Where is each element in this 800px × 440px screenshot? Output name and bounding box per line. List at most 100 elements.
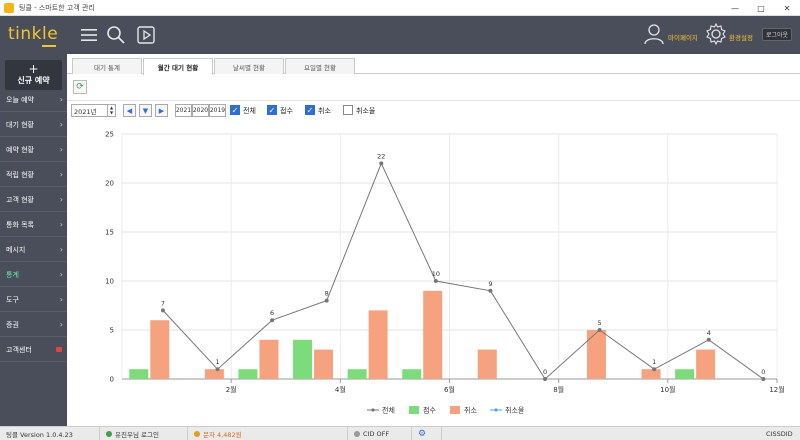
status-right-text: CISSDID	[766, 430, 793, 438]
cid-status[interactable]: CID OFF	[348, 427, 412, 440]
status-bar: 팅클 Version 1.0.4.23 유진우님 로그인 문자 4,482원 C…	[0, 426, 800, 440]
sidebar-item-statistics[interactable]: 통계 ›	[0, 263, 67, 287]
chevron-right-icon: ›	[59, 320, 63, 329]
prev-icon[interactable]: ◀	[123, 104, 136, 117]
logo: tinkle	[8, 24, 59, 44]
y-tick-label: 20	[105, 180, 114, 188]
sidebar-item-securities[interactable]: 증권 ›	[0, 313, 67, 337]
main-panel: 대기 통계 월간 대기 현황 날씨별 현황 요일별 현황 ⟳ 2021년 ▲ ▼ …	[67, 54, 800, 426]
sidebar-item-label: 증권	[6, 320, 19, 329]
sidebar-item-messages[interactable]: 메시지 ›	[0, 238, 67, 262]
series-point-total	[160, 308, 165, 313]
sidebar-item-waiting[interactable]: 대기 현황 ›	[0, 113, 67, 137]
checkbox-cancelled[interactable]: ✓	[305, 105, 315, 115]
tab-weather[interactable]: 날씨별 현황	[214, 58, 284, 74]
data-label: 1	[215, 358, 219, 366]
chevron-right-icon: ›	[59, 295, 63, 304]
legend-marker	[494, 408, 498, 412]
settings-link[interactable]: 환경설정	[729, 32, 753, 42]
tab-waiting-stats[interactable]: 대기 통계	[72, 58, 142, 74]
cid-text: CID OFF	[363, 430, 390, 438]
settings-gear-icon[interactable]	[705, 23, 727, 45]
chevron-right-icon: ›	[59, 220, 63, 229]
data-label: 6	[270, 309, 274, 317]
sidebar-item-tools[interactable]: 도구 ›	[0, 288, 67, 312]
year-button-2021[interactable]: 2021	[175, 104, 192, 117]
refresh-icon[interactable]: ⟳	[73, 80, 87, 94]
sidebar-item-label: 통화 목록	[6, 220, 34, 229]
checkbox-all-label: 전체	[243, 107, 256, 115]
close-icon[interactable]: ✕	[774, 0, 800, 16]
mypage-link[interactable]: 마이페이지	[668, 32, 698, 42]
sms-status[interactable]: 문자 4,482원	[188, 427, 348, 440]
checkbox-received[interactable]: ✓	[267, 105, 277, 115]
series-point-total	[652, 367, 657, 372]
y-tick-label: 25	[105, 131, 114, 139]
logout-button[interactable]: 로그아웃	[762, 28, 792, 41]
search-icon[interactable]	[105, 24, 127, 46]
year-button-2019[interactable]: 2019	[209, 104, 226, 117]
data-label: 0	[543, 368, 547, 376]
plus-icon: +	[28, 62, 39, 76]
series-point-total	[543, 377, 548, 381]
online-dot-icon	[106, 431, 112, 437]
series-point-total	[433, 279, 438, 283]
legend-swatch	[409, 406, 419, 414]
series-point-total	[379, 161, 384, 166]
sidebar-item-points[interactable]: 적립 현황 ›	[0, 163, 67, 187]
legend-label: 접수	[423, 407, 436, 415]
data-label: 9	[488, 280, 492, 288]
bar-received	[675, 369, 695, 379]
user-icon[interactable]	[643, 22, 665, 46]
bar-cancelled	[477, 349, 497, 379]
checkbox-cancel-rate[interactable]	[343, 105, 353, 115]
dropdown-icon[interactable]: ▼	[139, 104, 152, 117]
y-tick-label: 15	[105, 229, 114, 237]
gear-icon[interactable]: ⚙	[412, 427, 442, 440]
new-reservation-label: 신규 예약	[17, 76, 50, 85]
sidebar-item-reservations[interactable]: 예약 현황 ›	[0, 138, 67, 162]
data-label: 1	[652, 358, 656, 366]
login-status: 유진우님 로그인	[100, 427, 188, 440]
sidebar-item-customers[interactable]: 고객 현황 ›	[0, 188, 67, 212]
login-text: 유진우님 로그인	[115, 431, 159, 439]
notification-badge	[56, 347, 62, 352]
window-title: 팅클 - 스마트한 고객 관리	[19, 3, 95, 12]
sidebar-item-label: 고객 현황	[6, 195, 34, 204]
bar-cancelled	[259, 339, 279, 379]
sidebar-item-calls[interactable]: 통화 목록 ›	[0, 213, 67, 237]
sidebar-item-label: 대기 현황	[6, 120, 34, 129]
monthly-chart: 0 5 10 15 20 25 2월 4월 6월 8월 10월 12월 7 1 6 8 22 10 9 0 5 1 4 0 전체…	[105, 131, 785, 415]
minimize-icon[interactable]: —	[722, 0, 748, 16]
play-icon[interactable]	[135, 24, 157, 46]
sidebar-item-label: 예약 현황	[6, 145, 34, 154]
bar-cancelled	[641, 369, 661, 379]
year-spinner[interactable]: ▲ ▼	[107, 105, 115, 116]
legend-marker	[371, 408, 375, 412]
legend-label: 전체	[382, 406, 395, 415]
series-point-total	[488, 288, 493, 293]
sidebar-item-label: 도구	[6, 295, 19, 304]
sidebar-item-today[interactable]: 오늘 예약 ›	[0, 88, 67, 112]
sidebar-item-label: 메시지	[6, 245, 26, 254]
data-label: 22	[377, 152, 385, 160]
year-button-2020[interactable]: 2020	[192, 104, 209, 117]
menu-icon[interactable]	[78, 24, 100, 46]
sidebar-item-support[interactable]: 고객센터	[0, 338, 67, 362]
series-point-total	[706, 337, 711, 342]
checkbox-all[interactable]: ✓	[230, 105, 240, 115]
year-input[interactable]: 2021년 ▲ ▼	[71, 104, 116, 117]
sidebar-item-label: 오늘 예약	[6, 95, 34, 104]
bar-cancelled	[150, 320, 170, 379]
bar-cancelled	[368, 310, 388, 379]
chevron-right-icon: ›	[59, 245, 63, 254]
series-line-total	[162, 162, 764, 380]
chart-area: 0 5 10 15 20 25 2월 4월 6월 8월 10월 12월 7 1 6 8 22 10 9 0 5 1 4 0 전체…	[67, 121, 800, 426]
tab-monthly-waiting[interactable]: 월간 대기 현황	[143, 58, 213, 75]
bar-received	[238, 369, 258, 379]
maximize-icon[interactable]: □	[748, 0, 774, 16]
new-reservation-button[interactable]: + 신규 예약	[5, 60, 62, 90]
next-icon[interactable]: ▶	[155, 104, 168, 117]
series-point-total	[324, 298, 329, 303]
tab-weekday[interactable]: 요일별 현황	[285, 58, 355, 74]
